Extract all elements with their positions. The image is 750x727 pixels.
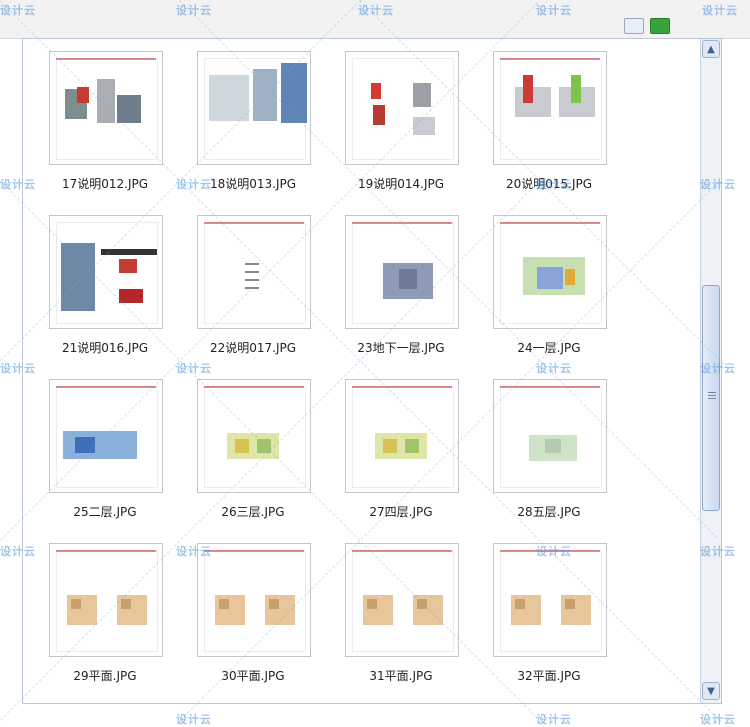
watermark-text: 设计云 [700, 362, 736, 375]
file-thumbnail[interactable] [49, 543, 163, 657]
file-thumbnail[interactable] [49, 215, 163, 329]
watermark-text: 设计云 [536, 362, 572, 375]
watermark-text: 设计云 [700, 178, 736, 191]
file-thumbnail[interactable] [49, 379, 163, 493]
watermark-text: 设计云 [176, 362, 212, 375]
file-name-label: 32平面.JPG [517, 669, 581, 683]
file-name-label: 27四层.JPG [369, 505, 433, 519]
file-name-label: 24一层.JPG [517, 341, 581, 355]
file-name-label: 25二层.JPG [73, 505, 137, 519]
watermark-text: 设计云 [536, 178, 572, 191]
file-name-label: 19说明014.JPG [357, 177, 445, 191]
watermark-text: 设计云 [176, 4, 212, 17]
file-thumbnail[interactable] [493, 51, 607, 165]
chevron-down-icon: ▼ [707, 685, 715, 697]
file-thumbnail[interactable] [493, 379, 607, 493]
file-thumbnail[interactable] [345, 379, 459, 493]
watermark-text: 设计云 [358, 4, 394, 17]
scroll-up-button[interactable]: ▲ [702, 40, 720, 58]
watermark-text: 设计云 [702, 4, 738, 17]
watermark-text: 设计云 [536, 545, 572, 558]
file-name-label: 31平面.JPG [369, 669, 433, 683]
file-thumbnail[interactable] [345, 543, 459, 657]
scroll-thumb[interactable] [702, 285, 720, 511]
thumbnail-viewer: 17说明012.JPG 18说明013.JPG 19说明014.JPG 20说明015… [22, 38, 722, 704]
file-name-label: 23地下一层.JPG [357, 341, 445, 355]
watermark-text: 设计云 [0, 4, 36, 17]
file-thumbnail[interactable] [197, 215, 311, 329]
watermark-text: 设计云 [0, 178, 36, 191]
file-thumbnail[interactable] [345, 51, 459, 165]
watermark-text: 设计云 [0, 545, 36, 558]
file-thumbnail[interactable] [197, 51, 311, 165]
watermark-text: 设计云 [0, 362, 36, 375]
watermark-text: 设计云 [176, 178, 212, 191]
toolbar-button-green[interactable] [650, 18, 670, 34]
watermark-text: 设计云 [536, 4, 572, 17]
file-name-label: 26三层.JPG [221, 505, 285, 519]
file-name-label: 17说明012.JPG [61, 177, 149, 191]
watermark-text: 设计云 [700, 545, 736, 558]
file-name-label: 28五层.JPG [517, 505, 581, 519]
file-thumbnail[interactable] [493, 543, 607, 657]
file-thumbnail[interactable] [197, 543, 311, 657]
watermark-text: 设计云 [176, 545, 212, 558]
chevron-up-icon: ▲ [707, 43, 715, 55]
toolbar-button[interactable] [624, 18, 644, 34]
file-name-label: 30平面.JPG [221, 669, 285, 683]
file-thumbnail[interactable] [345, 215, 459, 329]
scroll-down-button[interactable]: ▼ [702, 682, 720, 700]
thumbnail-grid: 17说明012.JPG 18说明013.JPG 19说明014.JPG 20说明015… [23, 39, 699, 703]
